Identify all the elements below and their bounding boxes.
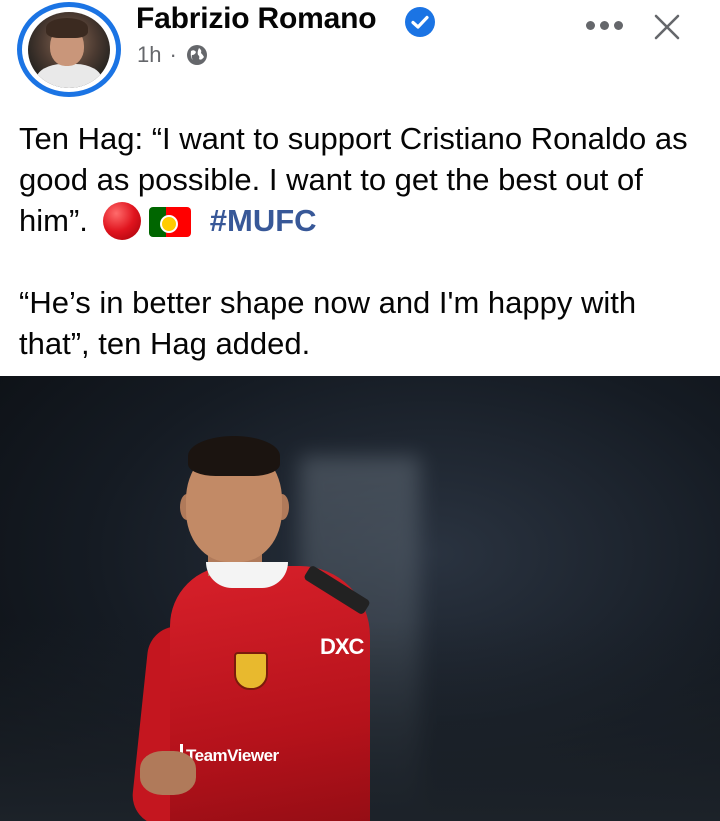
jersey-sponsor-sleeve: TeamViewer xyxy=(186,746,279,765)
close-icon[interactable] xyxy=(652,12,682,42)
author-name[interactable]: Fabrizio Romano xyxy=(136,2,377,36)
meta-separator: · xyxy=(169,42,177,67)
author-avatar-ring[interactable] xyxy=(17,2,121,97)
verified-badge-icon xyxy=(405,7,435,37)
post-header: Fabrizio Romano 1h · xyxy=(0,0,720,110)
portugal-flag-emoji xyxy=(149,207,192,237)
red-circle-emoji xyxy=(102,202,141,240)
hashtag-link[interactable]: #MUFC xyxy=(210,203,317,238)
jersey-sponsor-front: DXC xyxy=(320,634,364,659)
club-crest-icon xyxy=(234,652,268,690)
post-paragraph-2: “He’s in better shape now and I'm happy … xyxy=(19,285,637,361)
player-figure: DXC TeamViewer xyxy=(129,406,390,821)
post-meta: 1h · xyxy=(137,42,209,68)
globe-icon[interactable] xyxy=(185,43,209,67)
post-time[interactable]: 1h xyxy=(137,42,161,68)
post-photo[interactable]: DXC TeamViewer xyxy=(0,376,720,821)
more-options-icon[interactable] xyxy=(586,18,626,32)
post-text: Ten Hag: “I want to support Cristiano Ro… xyxy=(19,118,709,364)
post-paragraph-1: Ten Hag: “I want to support Cristiano Ro… xyxy=(19,118,709,241)
avatar[interactable] xyxy=(28,11,110,88)
